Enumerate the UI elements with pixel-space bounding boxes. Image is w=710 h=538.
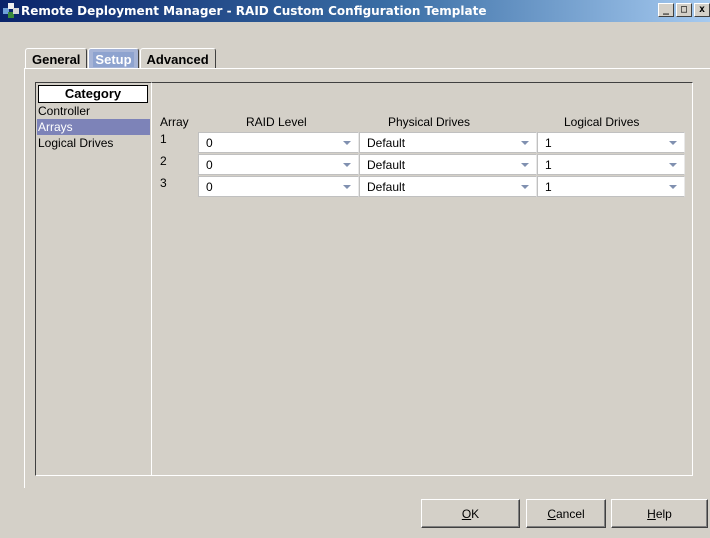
- raid-level-select[interactable]: 0: [198, 132, 359, 153]
- array-number: 3: [160, 176, 167, 190]
- minimize-button[interactable]: _: [658, 3, 674, 17]
- help-button-mnemonic: H: [647, 506, 656, 521]
- ok-button[interactable]: OK: [421, 499, 520, 528]
- chevron-down-icon[interactable]: [521, 185, 529, 189]
- physical-drives-select[interactable]: Default: [359, 176, 537, 197]
- column-header-raid-level: RAID Level: [246, 115, 307, 129]
- category-list: Controller Arrays Logical Drives: [37, 103, 150, 473]
- physical-drives-select[interactable]: Default: [359, 132, 537, 153]
- logical-drives-value: 1: [545, 180, 552, 194]
- array-number: 2: [160, 154, 167, 168]
- chevron-down-icon[interactable]: [343, 163, 351, 167]
- physical-drives-select[interactable]: Default: [359, 154, 537, 175]
- chevron-down-icon[interactable]: [343, 185, 351, 189]
- chevron-down-icon[interactable]: [343, 141, 351, 145]
- tab-advanced-label: Advanced: [146, 51, 209, 67]
- category-panel: Category Controller Arrays Logical Drive…: [35, 82, 152, 476]
- remote-deployment-icon[interactable]: [3, 3, 19, 19]
- array-number: 1: [160, 132, 167, 146]
- tab-setup-label: Setup: [93, 51, 134, 67]
- window-title: Remote Deployment Manager - RAID Custom …: [21, 4, 487, 18]
- tab-general-label: General: [32, 51, 81, 67]
- help-button[interactable]: Help: [611, 499, 708, 528]
- category-item-arrays[interactable]: Arrays: [37, 119, 150, 135]
- raid-level-value: 0: [206, 180, 213, 194]
- logical-drives-select[interactable]: 1: [537, 154, 685, 175]
- maximize-button[interactable]: □: [676, 3, 692, 17]
- raid-level-value: 0: [206, 158, 213, 172]
- category-item-controller[interactable]: Controller: [37, 103, 150, 119]
- raid-level-select[interactable]: 0: [198, 176, 359, 197]
- raid-level-select[interactable]: 0: [198, 154, 359, 175]
- category-item-logical-drives[interactable]: Logical Drives: [37, 135, 150, 151]
- logical-drives-value: 1: [545, 136, 552, 150]
- ok-button-label: K: [471, 506, 480, 521]
- chevron-down-icon[interactable]: [669, 163, 677, 167]
- chevron-down-icon[interactable]: [669, 185, 677, 189]
- help-button-label: elp: [655, 506, 672, 521]
- column-header-logical-drives: Logical Drives: [564, 115, 640, 129]
- close-button[interactable]: x: [694, 3, 710, 17]
- title-bar[interactable]: Remote Deployment Manager - RAID Custom …: [0, 0, 710, 22]
- cancel-button-mnemonic: C: [547, 506, 556, 521]
- chevron-down-icon[interactable]: [521, 141, 529, 145]
- chevron-down-icon[interactable]: [669, 141, 677, 145]
- ok-button-mnemonic: O: [461, 506, 472, 521]
- physical-drives-value: Default: [367, 158, 406, 172]
- logical-drives-select[interactable]: 1: [537, 176, 685, 197]
- cancel-button-label: ancel: [555, 506, 585, 521]
- physical-drives-value: Default: [367, 136, 406, 150]
- column-header-array: Array: [160, 115, 189, 129]
- logical-drives-value: 1: [545, 158, 552, 172]
- tab-general[interactable]: General: [25, 48, 88, 69]
- raid-level-value: 0: [206, 136, 213, 150]
- logical-drives-select[interactable]: 1: [537, 132, 685, 153]
- physical-drives-value: Default: [367, 180, 406, 194]
- chevron-down-icon[interactable]: [521, 163, 529, 167]
- tab-strip: General Setup Advanced: [25, 47, 217, 69]
- tab-advanced[interactable]: Advanced: [139, 48, 216, 69]
- arrays-grid: Array RAID Level Physical Drives Logical…: [152, 82, 693, 476]
- cancel-button[interactable]: Cancel: [526, 499, 606, 528]
- tab-setup[interactable]: Setup: [88, 48, 139, 69]
- column-header-physical-drives: Physical Drives: [388, 115, 471, 129]
- category-header: Category: [38, 85, 148, 103]
